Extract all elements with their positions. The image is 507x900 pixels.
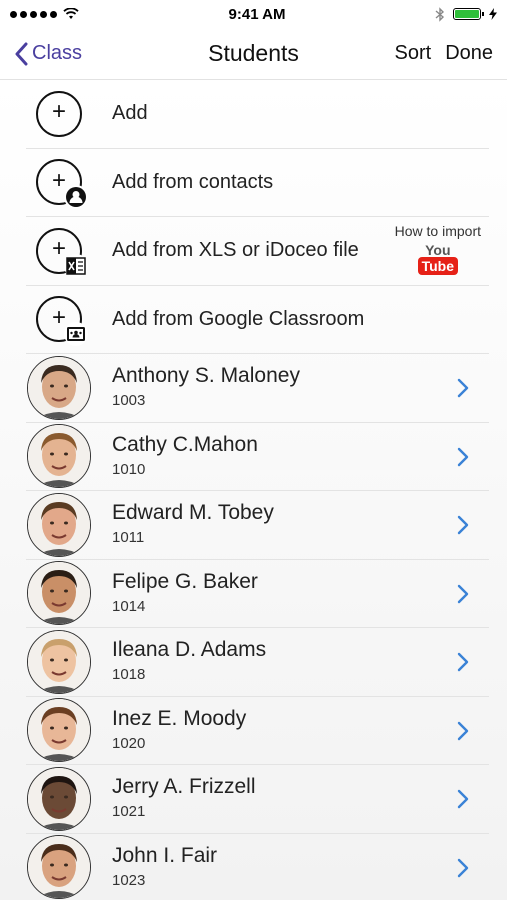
add-from-contacts-row[interactable]: + Add from contacts [26,149,489,217]
student-info: Anthony S. Maloney 1003 [112,364,300,409]
status-time: 9:41 AM [228,5,286,23]
student-row[interactable]: Inez E. Moody 1020 [26,697,489,765]
student-id: 1023 [112,871,146,889]
done-button[interactable]: Done [445,42,493,65]
add-icon: + [36,90,82,137]
student-info: Felipe G. Baker 1014 [112,570,258,615]
add-xls-icon: + [36,227,88,278]
nav-actions: Sort Done [395,42,494,65]
student-info: Ileana D. Adams 1018 [112,638,266,683]
how-to-import-label: How to import [394,223,481,239]
sort-button[interactable]: Sort [395,42,432,65]
student-id: 1010 [112,460,146,478]
back-button-label: Class [32,42,83,64]
student-name: Felipe G. Baker [112,569,258,593]
contact-badge-icon [64,185,88,210]
chevron-right-icon [457,652,469,672]
avatar [27,835,91,900]
classroom-badge-icon [64,322,88,347]
chevron-right-icon [457,515,469,535]
how-to-import-link[interactable]: How to import You Tube [395,223,481,275]
student-id: 1018 [112,666,146,683]
add-label: Add [112,102,148,125]
student-row[interactable]: Cathy C.Mahon 1010 [26,423,489,491]
student-row[interactable]: Edward M. Tobey 1011 [26,491,489,560]
student-row[interactable]: John I. Fair 1023 [26,834,489,900]
bluetooth-icon [435,6,445,22]
chevron-right-icon [457,378,469,398]
status-bar: 9:41 AM [0,0,507,28]
students-list: + Add + Add from contacts + Add from XLS… [0,80,507,900]
add-row[interactable]: + Add [26,80,489,149]
student-info: Inez E. Moody 1020 [112,707,246,752]
battery-icon [453,8,484,20]
avatar [27,561,91,626]
add-from-xls-label: Add from XLS or iDoceo file [112,239,359,262]
student-name: Jerry A. Frizzell [112,775,256,798]
student-row[interactable]: Anthony S. Maloney 1003 [26,354,489,423]
student-row[interactable]: Felipe G. Baker 1014 [26,560,489,628]
add-contact-icon: + [36,159,88,210]
youtube-logo-icon: You Tube [417,243,459,275]
student-name: Anthony S. Maloney [112,364,300,387]
chevron-right-icon [457,584,469,603]
avatar [27,698,91,763]
chevron-left-icon [15,42,28,65]
student-info: Cathy C.Mahon 1010 [112,433,258,478]
add-google-classroom-icon: + [36,296,88,347]
wifi-icon [63,8,79,19]
student-id: 1014 [112,597,146,615]
avatar [27,492,91,557]
status-right [435,6,497,22]
student-name: Edward M. Tobey [112,501,274,524]
signal-strength-icon [10,10,57,18]
navigation-bar: Class Students Sort Done [0,28,507,80]
add-from-google-classroom-row[interactable]: + Add from Google Classroom [26,286,489,354]
student-info: Edward M. Tobey 1011 [112,501,274,546]
chevron-right-icon [457,789,469,809]
student-info: John I. Fair 1023 [112,844,217,889]
chevron-right-icon [457,721,469,740]
charging-icon [489,8,497,20]
add-from-xls-row[interactable]: + Add from XLS or iDoceo file How to imp… [26,217,489,286]
chevron-right-icon [457,447,469,466]
student-name: John I. Fair [112,843,218,867]
avatar [27,766,91,831]
student-id: 1003 [112,392,146,409]
avatar [27,629,91,694]
chevron-right-icon [457,858,469,877]
avatar [27,355,91,420]
student-info: Jerry A. Frizzell 1021 [112,775,256,820]
student-row[interactable]: Ileana D. Adams 1018 [26,628,489,697]
add-from-contacts-label: Add from contacts [112,170,274,193]
student-id: 1021 [112,803,146,820]
signal-area [10,8,79,20]
student-name: Inez E. Moody [112,706,247,730]
avatar [27,424,91,489]
student-name: Cathy C.Mahon [112,432,258,456]
student-name: Ileana D. Adams [112,638,267,661]
student-id: 1011 [112,529,145,546]
student-row[interactable]: Jerry A. Frizzell 1021 [26,765,489,834]
add-from-google-classroom-label: Add from Google Classroom [112,307,365,330]
student-id: 1020 [112,734,146,752]
xls-badge-icon [64,253,88,278]
back-button[interactable]: Class [14,42,82,66]
page-title: Students [208,40,299,66]
